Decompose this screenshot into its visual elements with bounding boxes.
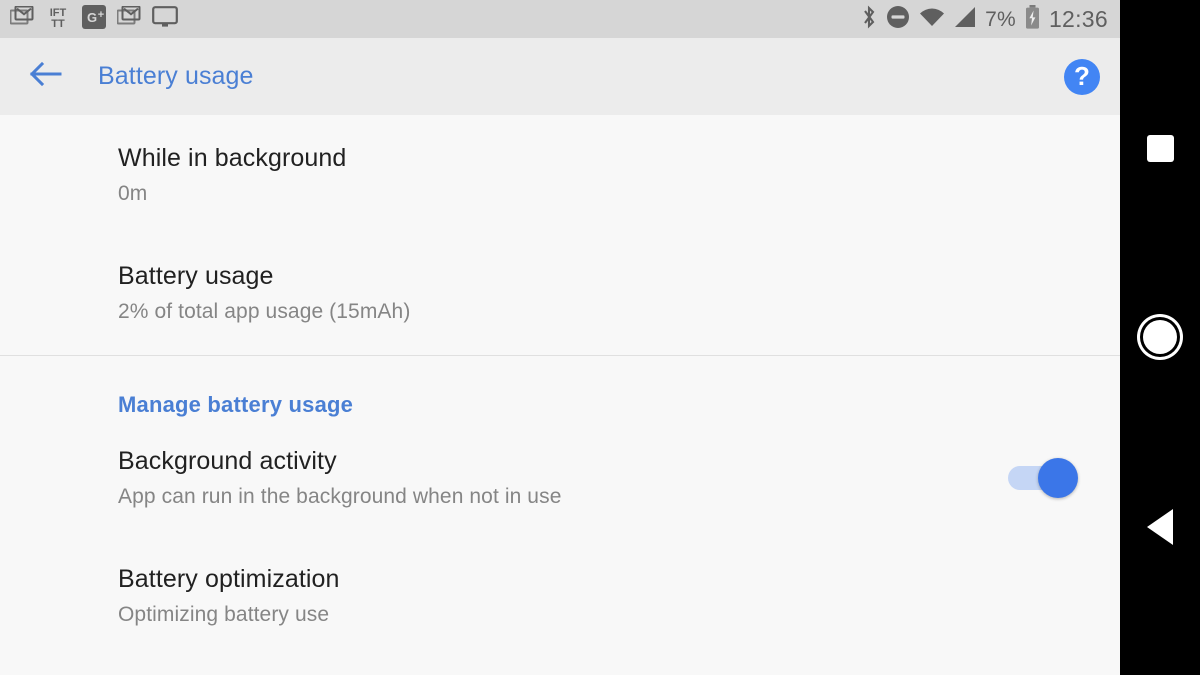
pref-text: While in background 0m bbox=[118, 143, 1096, 207]
phone-viewport: IFT TT G + 7% 12:36 Battery usage ? Whil… bbox=[0, 0, 1120, 675]
background-activity-toggle[interactable] bbox=[1008, 457, 1082, 499]
gmail-icon-2 bbox=[116, 5, 141, 33]
bluetooth-icon bbox=[861, 4, 877, 34]
battery-usage-title: Battery usage bbox=[118, 262, 274, 290]
help-button[interactable]: ? bbox=[1064, 58, 1100, 95]
battery-optimization-title: Battery optimization bbox=[118, 565, 340, 593]
back-navigation-button[interactable] bbox=[18, 49, 74, 105]
list-item-while-in-background[interactable]: While in background 0m bbox=[0, 115, 1120, 233]
battery-usage-summary: 2% of total app usage (15mAh) bbox=[118, 300, 411, 323]
cellular-signal-icon bbox=[954, 6, 976, 33]
toggle-thumb bbox=[1038, 458, 1078, 498]
screen: IFT TT G + 7% 12:36 Battery usage ? Whil… bbox=[0, 0, 1200, 675]
google-plus-icon: G + bbox=[82, 4, 106, 34]
list-item-background-activity[interactable]: Background activity App can run in the b… bbox=[0, 418, 1120, 536]
pref-text: Background activity App can run in the b… bbox=[118, 446, 1008, 510]
question-mark-icon: ? bbox=[1074, 60, 1090, 91]
system-status-icons: 7% 12:36 bbox=[861, 4, 1108, 34]
battery-charging-icon bbox=[1025, 4, 1040, 34]
recents-button[interactable] bbox=[1120, 108, 1200, 188]
svg-text:TT: TT bbox=[51, 18, 65, 29]
pref-text: Battery optimization Optimizing battery … bbox=[118, 564, 1096, 628]
page-title: Battery usage bbox=[98, 62, 254, 90]
arrow-left-icon bbox=[29, 60, 63, 93]
battery-optimization-summary: Optimizing battery use bbox=[118, 603, 330, 626]
while-in-background-summary: 0m bbox=[118, 182, 148, 205]
triangle-left-icon bbox=[1147, 509, 1173, 545]
app-bar: Battery usage ? bbox=[0, 38, 1120, 115]
background-activity-title: Background activity bbox=[118, 447, 337, 475]
svg-text:+: + bbox=[98, 9, 104, 21]
pref-text: Battery usage 2% of total app usage (15m… bbox=[118, 261, 1096, 325]
ifttt-icon: IFT TT bbox=[45, 5, 71, 34]
navigation-bar bbox=[1120, 0, 1200, 675]
wifi-icon bbox=[919, 6, 945, 33]
section-header-manage-battery-usage: Manage battery usage bbox=[118, 392, 354, 417]
settings-content: While in background 0m Battery usage 2% … bbox=[0, 115, 1120, 675]
circle-icon bbox=[1143, 320, 1177, 354]
list-item-battery-usage[interactable]: Battery usage 2% of total app usage (15m… bbox=[0, 233, 1120, 355]
svg-text:G: G bbox=[87, 10, 97, 25]
battery-percent-label: 7% bbox=[985, 7, 1016, 31]
while-in-background-title: While in background bbox=[118, 144, 347, 172]
notification-icons: IFT TT G + bbox=[9, 4, 178, 34]
square-icon bbox=[1146, 134, 1174, 162]
back-button[interactable] bbox=[1120, 487, 1200, 567]
list-item-battery-optimization[interactable]: Battery optimization Optimizing battery … bbox=[0, 536, 1120, 654]
section-manage-battery-usage: Manage battery usage Background activity… bbox=[0, 356, 1120, 654]
background-activity-summary: App can run in the background when not i… bbox=[118, 485, 562, 508]
do-not-disturb-icon bbox=[886, 5, 910, 34]
status-bar-clock: 12:36 bbox=[1048, 5, 1108, 32]
section-usage-stats: While in background 0m Battery usage 2% … bbox=[0, 115, 1120, 355]
home-button[interactable] bbox=[1120, 297, 1200, 377]
cast-monitor-icon bbox=[152, 5, 178, 33]
status-bar: IFT TT G + 7% 12:36 bbox=[0, 0, 1120, 38]
gmail-icon bbox=[9, 5, 34, 33]
